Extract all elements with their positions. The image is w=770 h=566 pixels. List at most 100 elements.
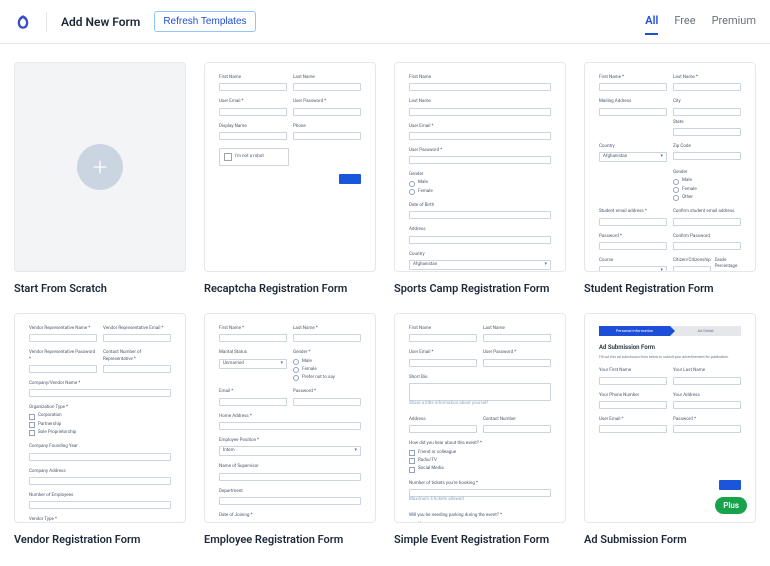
text-input <box>29 389 171 397</box>
app-logo <box>14 13 32 31</box>
card-label: Simple Event Registration Form <box>394 533 566 546</box>
field-label: Employee Position * <box>219 438 361 444</box>
field-hint: Share a little information about yoursel… <box>409 401 551 407</box>
field-label: Citizen/Citizenship <box>673 258 711 264</box>
field-label: First Name <box>219 75 287 81</box>
card-label: Ad Submission Form <box>584 533 756 546</box>
field-label: Last Name <box>293 75 361 81</box>
field-label: Company/Vendor Name * <box>29 381 171 387</box>
radio-option: Female <box>293 367 361 373</box>
field-label: Marital Status <box>219 350 287 356</box>
recaptcha-widget: I'm not a robot <box>219 148 289 166</box>
field-label: Name of Supervisor <box>219 464 361 470</box>
field-label: Phone <box>293 124 361 130</box>
text-input <box>673 108 741 116</box>
select-input: Unmarried <box>219 359 287 369</box>
text-input <box>409 236 551 244</box>
field-label: Gender <box>673 170 741 176</box>
card-ad-submission[interactable]: Personal Information Ad Detail Ad Submis… <box>584 313 756 523</box>
field-label: Country <box>599 144 667 150</box>
text-input <box>673 377 741 385</box>
field-label: Vendor Representative Name * <box>29 326 97 332</box>
field-label: Zip Code <box>673 144 741 150</box>
field-label: User Email * <box>409 124 551 130</box>
text-input <box>483 334 551 342</box>
field-label: Contact Number of Representative * <box>103 350 171 363</box>
field-label: Grade Percentage <box>715 258 741 271</box>
field-label: User Password * <box>409 148 551 154</box>
field-label: User Email * <box>219 99 287 105</box>
field-label: Number of tickets you're booking * <box>409 481 551 487</box>
text-input <box>293 108 361 116</box>
text-input <box>409 108 551 116</box>
tab-all[interactable]: All <box>645 8 658 35</box>
field-label: First Name * <box>599 75 667 81</box>
field-label: Vendor Type * <box>29 517 171 523</box>
field-label: Country <box>409 252 551 258</box>
card-recaptcha-registration[interactable]: First Name Last Name User Email * User P… <box>204 62 376 272</box>
card-start-from-scratch[interactable] <box>14 62 186 272</box>
field-label: Department <box>219 489 361 495</box>
captcha-label: I'm not a robot <box>235 154 264 160</box>
radio-option: Male <box>673 178 741 184</box>
text-input <box>673 266 711 272</box>
field-label: Course <box>599 258 667 264</box>
field-label: Home Address * <box>219 414 361 420</box>
radio-option: Yes <box>409 522 551 523</box>
select-input: Afghanistan <box>599 152 667 162</box>
select-input: Afghanistan <box>409 260 551 270</box>
select-input: Intern <box>219 446 361 456</box>
tab-premium[interactable]: Premium <box>712 8 756 35</box>
card-event-registration[interactable]: First Name Last Name User Email * User P… <box>394 313 566 523</box>
field-label: Password * <box>673 417 741 423</box>
card-sports-camp-registration[interactable]: First Name Last Name User Email * User P… <box>394 62 566 272</box>
radio-option: Prefer not to say <box>293 375 361 381</box>
checkbox-option: Social Media <box>409 466 551 472</box>
card-employee-registration[interactable]: First Name * Last Name * Marital StatusU… <box>204 313 376 523</box>
field-label: Number of Employees <box>29 493 171 499</box>
text-input <box>409 211 551 219</box>
field-label: Short Bio <box>409 375 551 381</box>
radio-option: Female <box>673 187 741 193</box>
field-label: Will you be needing parking during the e… <box>409 513 551 519</box>
field-label: User Email * <box>599 417 667 423</box>
text-input <box>483 359 551 367</box>
text-input <box>673 242 741 250</box>
tab-free[interactable]: Free <box>674 8 695 35</box>
text-input <box>599 377 667 385</box>
field-label: Contact Number <box>483 417 551 423</box>
step-active: Personal Information <box>599 326 670 336</box>
field-label: Confirm student email address <box>673 209 741 215</box>
text-input <box>219 334 287 342</box>
card-label: Recaptcha Registration Form <box>204 282 376 295</box>
field-label: Last Name * <box>673 75 741 81</box>
text-input <box>673 401 741 409</box>
text-input <box>599 401 667 409</box>
refresh-templates-button[interactable]: Refresh Templates <box>154 11 255 32</box>
card-student-registration[interactable]: First Name * Last Name * Mailing Address… <box>584 62 756 272</box>
checkbox-option: Partnership <box>29 422 171 428</box>
text-input <box>599 83 667 91</box>
checkbox-option: Radio/TV <box>409 458 551 464</box>
text-input <box>599 242 667 250</box>
field-label: State <box>673 120 741 126</box>
text-input <box>29 501 171 509</box>
text-input <box>219 497 361 505</box>
field-label: Last Name <box>483 326 551 332</box>
text-input <box>673 218 741 226</box>
field-label: How did you hear about this event? * <box>409 441 551 447</box>
field-label: Display Name <box>219 124 287 130</box>
field-label: Date of Birth <box>409 203 551 209</box>
text-input <box>409 132 551 140</box>
field-label: Address <box>409 417 477 423</box>
text-input <box>483 425 551 433</box>
text-input <box>409 425 477 433</box>
card-vendor-registration[interactable]: Vendor Representative Name * Vendor Repr… <box>14 313 186 523</box>
text-input <box>409 359 477 367</box>
card-label: Student Registration Form <box>584 282 756 295</box>
form-hint: Fill out this ad submission form below t… <box>599 355 741 360</box>
field-hint: Maximum 4 tickets allowed <box>409 497 551 503</box>
card-label: Start From Scratch <box>14 282 186 295</box>
card-label: Employee Registration Form <box>204 533 376 546</box>
text-input <box>599 108 667 116</box>
